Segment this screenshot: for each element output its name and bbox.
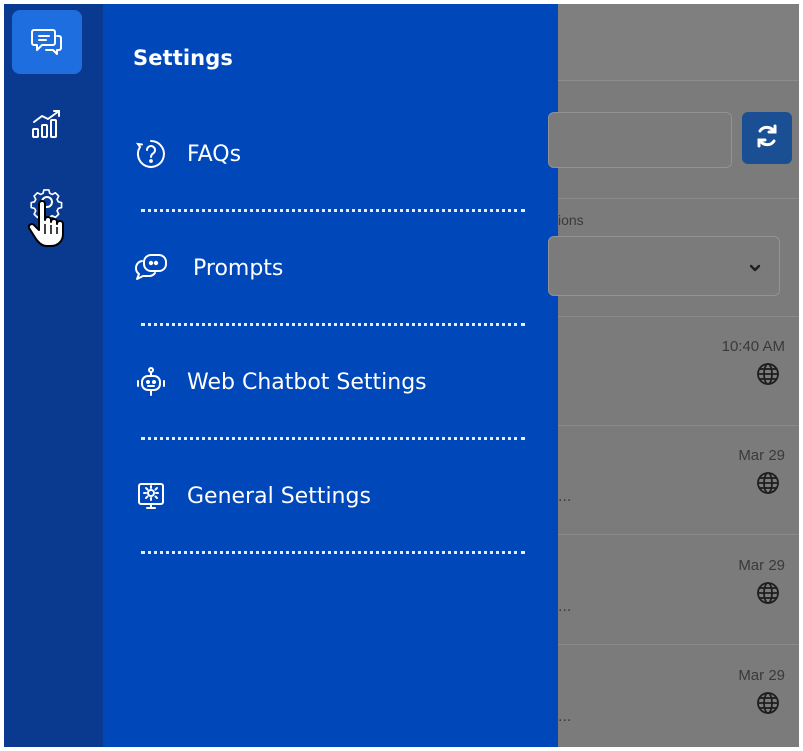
chat-icon bbox=[30, 25, 64, 59]
app-frame: Settings FAQs Prompts Web Chatbot Settin… bbox=[4, 4, 799, 747]
conversation-time: Mar 29 bbox=[738, 667, 785, 684]
search-input[interactable] bbox=[548, 112, 732, 168]
divider bbox=[141, 209, 525, 212]
menu-item-label: General Settings bbox=[187, 483, 371, 509]
panel-title: Settings bbox=[133, 46, 233, 70]
chat-bubbles-icon bbox=[133, 250, 169, 286]
conversation-snippet: ... bbox=[558, 488, 572, 505]
settings-monitor-icon bbox=[133, 478, 169, 514]
settings-panel: Settings FAQs Prompts Web Chatbot Settin… bbox=[103, 4, 558, 747]
divider bbox=[558, 316, 799, 317]
divider bbox=[558, 534, 799, 535]
refresh-button[interactable] bbox=[742, 112, 792, 164]
menu-item-prompts[interactable]: Prompts bbox=[133, 246, 528, 290]
rail-item-analytics[interactable] bbox=[12, 92, 82, 156]
filter-select[interactable] bbox=[548, 236, 780, 296]
conversation-time: Mar 29 bbox=[738, 447, 785, 464]
conversation-time: 10:40 AM bbox=[721, 338, 785, 355]
divider bbox=[141, 551, 525, 554]
conversation-snippet: ... bbox=[558, 598, 572, 615]
question-circle-icon bbox=[133, 136, 169, 172]
divider bbox=[558, 644, 799, 645]
hand-cursor-icon bbox=[26, 198, 66, 252]
menu-item-label: Prompts bbox=[193, 255, 284, 281]
background-header bbox=[558, 4, 799, 81]
analytics-icon bbox=[30, 107, 64, 141]
rail-item-chats[interactable] bbox=[12, 10, 82, 74]
sidebar-rail bbox=[4, 4, 103, 747]
chevron-down-icon bbox=[748, 258, 762, 277]
divider bbox=[558, 425, 799, 426]
menu-item-general-settings[interactable]: General Settings bbox=[133, 474, 528, 518]
robot-icon bbox=[133, 364, 169, 400]
globe-icon bbox=[756, 691, 780, 719]
refresh-icon bbox=[754, 123, 780, 153]
menu-item-label: Web Chatbot Settings bbox=[187, 369, 427, 395]
globe-icon bbox=[756, 471, 780, 499]
globe-icon bbox=[756, 581, 780, 609]
menu-item-faqs[interactable]: FAQs bbox=[133, 132, 528, 176]
divider bbox=[558, 198, 799, 199]
menu-item-label: FAQs bbox=[187, 141, 242, 167]
background-content-overlay[interactable]: ions 10:40 AM Mar 29 ... Mar 29 ... Mar … bbox=[548, 4, 799, 747]
conversation-time: Mar 29 bbox=[738, 557, 785, 574]
conversation-snippet: ... bbox=[558, 708, 572, 725]
filter-label: ions bbox=[558, 212, 584, 228]
divider bbox=[141, 323, 525, 326]
divider bbox=[141, 437, 525, 440]
menu-item-web-chatbot-settings[interactable]: Web Chatbot Settings bbox=[133, 360, 528, 404]
globe-icon bbox=[756, 362, 780, 390]
